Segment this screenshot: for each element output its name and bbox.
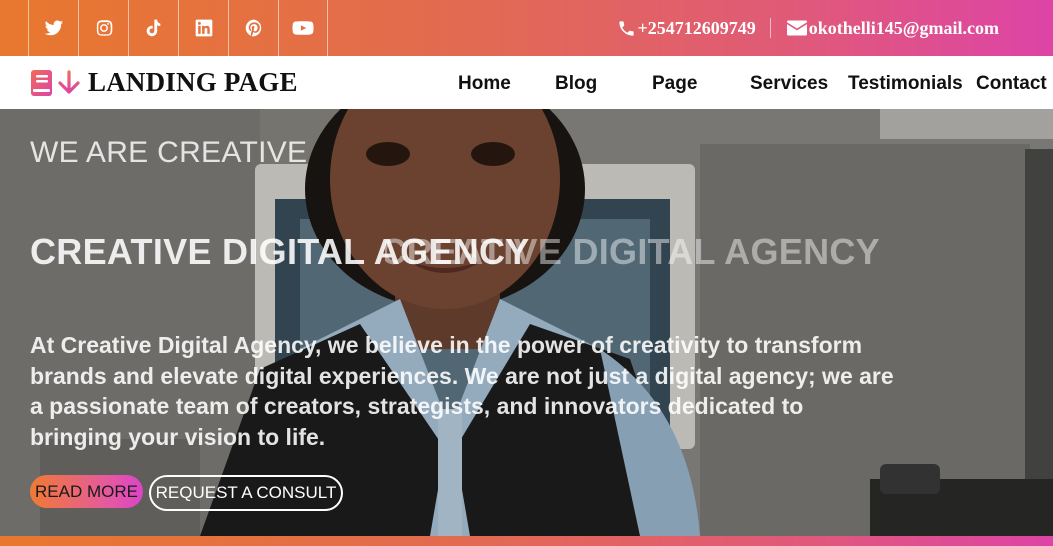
top-contact-bar: +254712609749 okothelli145@gmail.com <box>0 0 1053 56</box>
hero-headline: CREATIVE DIGITAL AGENCY <box>30 231 530 272</box>
brand-name: LANDING PAGE <box>88 67 298 97</box>
nav-link-page[interactable]: Page <box>652 56 697 109</box>
email-link[interactable]: okothelli145@gmail.com <box>786 17 999 39</box>
nav-link-home[interactable]: Home <box>458 56 511 109</box>
contact-divider <box>769 18 771 38</box>
main-navbar: LANDING PAGE Home Blog Page Services Tes… <box>0 56 1053 109</box>
pinterest-link[interactable] <box>228 0 278 56</box>
email-address: okothelli145@gmail.com <box>808 17 999 38</box>
twitter-link[interactable] <box>28 0 78 56</box>
nav-link-contact[interactable]: Contact <box>976 56 1047 109</box>
nav-link-services[interactable]: Services <box>750 56 828 109</box>
instagram-icon <box>96 20 112 36</box>
tiktok-link[interactable] <box>128 0 178 56</box>
phone-number: +254712609749 <box>637 17 756 38</box>
nav-link-blog[interactable]: Blog <box>555 56 597 109</box>
hero-eyebrow: WE ARE CREATIVE <box>30 136 308 169</box>
instagram-link[interactable] <box>78 0 128 56</box>
book-icon <box>31 69 52 96</box>
phone-icon <box>618 20 634 36</box>
read-more-button[interactable]: READ MORE <box>30 475 143 508</box>
hero-description: At Creative Digital Agency, we believe i… <box>30 332 894 450</box>
arrow-down-icon <box>58 69 80 94</box>
envelope-icon <box>786 20 807 36</box>
tiktok-icon <box>146 19 160 37</box>
twitter-icon <box>44 20 63 36</box>
hero-section: WE ARE CREATIVE CREATIVE DIGITAL AGENCY … <box>0 109 1053 536</box>
linkedin-icon <box>195 19 212 37</box>
contact-info: +254712609749 okothelli145@gmail.com <box>617 0 999 56</box>
request-consult-button[interactable]: REQUEST A CONSULT <box>149 475 343 511</box>
youtube-icon <box>292 21 314 35</box>
nav-link-testimonials[interactable]: Testimonials <box>848 56 963 109</box>
linkedin-link[interactable] <box>178 0 228 56</box>
pinterest-icon <box>245 19 261 37</box>
youtube-link[interactable] <box>278 0 328 56</box>
phone-link[interactable]: +254712609749 <box>617 18 756 39</box>
social-links <box>28 0 328 56</box>
brand-logo[interactable]: LANDING PAGE <box>30 56 298 109</box>
bottom-accent-strip <box>0 536 1053 546</box>
hero-overlay <box>0 109 1053 536</box>
